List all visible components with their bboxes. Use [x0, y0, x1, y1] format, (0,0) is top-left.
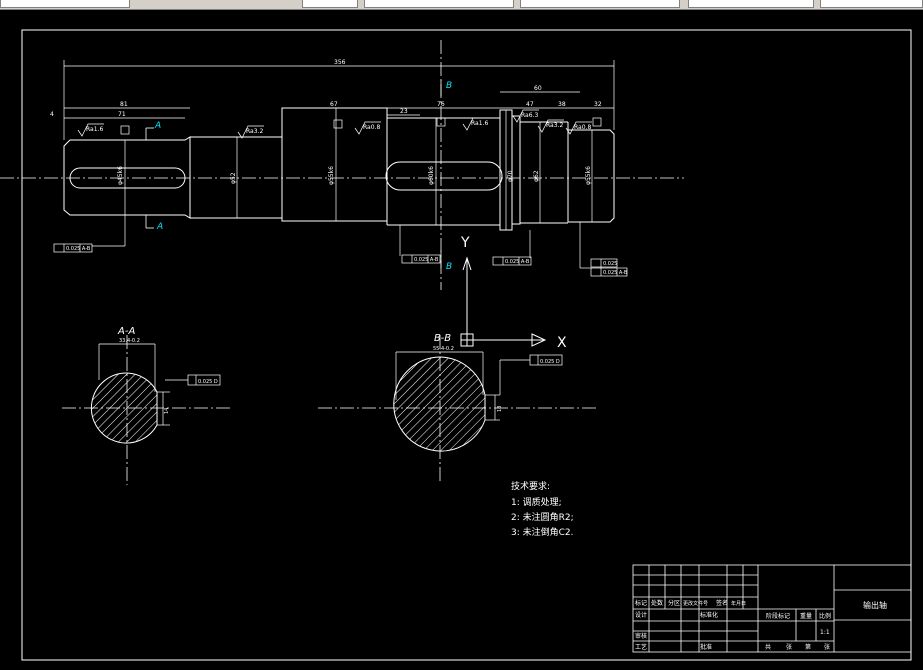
dia-first: φ45k6	[117, 166, 124, 185]
tolerance-1: 0.025 A-B	[66, 246, 91, 252]
dim-81: 81	[120, 101, 128, 108]
title-approve: 批准	[700, 643, 712, 651]
section-a-bottom: A	[156, 222, 163, 232]
ucs-axes	[460, 256, 547, 347]
dim-60: 60	[534, 85, 542, 92]
dimension-texts: 356 81 71 4 67 76 23 60 47 38 32 φ45k6 φ…	[50, 59, 602, 185]
dia-sixth: φ62	[533, 170, 540, 182]
dia-third: φ55k6	[328, 166, 335, 185]
dim-38: 38	[558, 101, 566, 108]
dia-seventh: φ55k6	[585, 166, 592, 185]
title-sheets-unit: 张	[786, 643, 792, 651]
section-aa-dim-top: 33.4-0.2	[119, 338, 140, 344]
title-sheets-total: 共	[765, 643, 771, 651]
title-check: 审核	[635, 632, 647, 640]
ucs-labels: Y X	[460, 235, 567, 351]
dim-overall: 356	[334, 59, 346, 66]
roughness-labels: Ra1.6 Ra3.2 Ra0.8 Ra1.6 Ra6.3 Ra3.2 Ra0.…	[86, 112, 591, 135]
section-bb-title: B-B	[434, 333, 451, 344]
section-b-top: B	[446, 81, 452, 91]
keyway-tolerance-a: 0.025 D	[198, 379, 218, 385]
section-b-bottom: B	[446, 262, 452, 272]
title-ratio: 比例	[819, 612, 831, 620]
tolerance-frames	[53, 215, 628, 277]
title-col-zone: 分区	[668, 599, 680, 607]
tolerance-4: 0.025	[603, 261, 617, 267]
title-sheet-no: 第	[805, 643, 811, 651]
cad-drawing-canvas[interactable]: 356 81 71 4 67 76 23 60 47 38 32 φ45k6 φ…	[0, 10, 923, 666]
section-aa-title: A-A	[117, 326, 135, 337]
dia-fourth: φ60k6	[428, 166, 435, 185]
tolerance-5: 0.025 A-B	[603, 270, 628, 276]
toolbar-field-4[interactable]	[520, 0, 680, 8]
title-block-text: 输出轴 标记 处数 分区 更改文件号 签名 年月日 设计 标准化 审核 工艺 批…	[635, 599, 887, 651]
dim-4: 4	[50, 111, 54, 118]
title-part-name: 输出轴	[863, 600, 887, 610]
notes-line-3: 3: 未注倒角C2.	[511, 526, 574, 538]
section-aa-view: A-A 33.4-0.2 14 0.025 D	[90, 326, 221, 444]
title-standard: 标准化	[700, 611, 718, 619]
dim-71: 71	[118, 111, 126, 118]
dia-fifth: φ70	[507, 170, 514, 182]
datum-boxes	[120, 117, 602, 135]
dimension-lines	[63, 60, 615, 230]
notes-line-2: 2: 未注圆角R2;	[511, 511, 574, 523]
dim-76: 76	[437, 101, 445, 108]
title-weight: 重量	[800, 612, 812, 620]
section-aa-dim-side: 14	[164, 408, 170, 414]
technical-notes: 技术要求: 1: 调质处理; 2: 未注圆角R2; 3: 未注倒角C2.	[511, 480, 574, 538]
notes-title: 技术要求:	[511, 480, 550, 492]
roughness-7: Ra0.8	[574, 124, 591, 131]
section-bb-dim-top: 55.4-0.2	[433, 346, 454, 352]
tolerance-2: 0.025 A-B	[414, 257, 439, 263]
toolbar-field-6[interactable]	[820, 0, 923, 8]
title-scale-value: 1:1	[820, 629, 830, 636]
section-bb-view: B-B 55.4-0.2 18 0.025 D	[393, 333, 563, 452]
dim-67: 67	[330, 101, 338, 108]
notes-line-1: 1: 调质处理;	[511, 496, 562, 508]
roughness-1: Ra1.6	[86, 126, 103, 133]
tolerance-3: 0.025 A-B	[505, 259, 530, 265]
tolerance-texts: 0.025 A-B 0.025 A-B 0.025 A-B 0.025 0.02…	[66, 246, 628, 276]
title-col-sign: 签名	[716, 599, 728, 607]
shaft-drawing: 356 81 71 4 67 76 23 60 47 38 32 φ45k6 φ…	[0, 29, 912, 661]
title-sheet-unit: 张	[824, 643, 830, 651]
title-stage: 阶段标记	[766, 612, 790, 620]
toolbar-field-1[interactable]	[0, 0, 130, 8]
toolbar-field-5[interactable]	[688, 0, 814, 8]
title-col-mark: 标记	[635, 599, 647, 607]
dim-32: 32	[594, 101, 602, 108]
dim-47: 47	[526, 101, 534, 108]
axis-x-label: X	[557, 335, 567, 351]
title-design: 设计	[635, 611, 647, 619]
toolbar-field-3[interactable]	[364, 0, 514, 8]
keyway-tolerance-b: 0.025 D	[540, 359, 560, 365]
roughness-5: Ra6.3	[521, 112, 538, 119]
title-process: 工艺	[635, 643, 647, 651]
top-toolbar-strip	[0, 0, 923, 10]
shaft-outline	[63, 107, 615, 231]
roughness-3: Ra0.8	[363, 124, 380, 131]
roughness-6: Ra3.2	[546, 122, 563, 129]
title-col-count: 处数	[651, 599, 663, 607]
roughness-4: Ra1.6	[471, 120, 488, 127]
section-bb-dim-side: 18	[497, 406, 503, 412]
roughness-2: Ra3.2	[246, 128, 263, 135]
dim-23: 23	[400, 108, 408, 115]
title-col-file: 更改文件号	[683, 600, 708, 607]
title-col-date: 年月日	[731, 600, 746, 607]
dia-second: φ52	[230, 172, 237, 184]
axis-y-label: Y	[460, 235, 470, 251]
toolbar-field-2[interactable]	[302, 0, 358, 8]
section-a-top: A	[154, 121, 161, 131]
